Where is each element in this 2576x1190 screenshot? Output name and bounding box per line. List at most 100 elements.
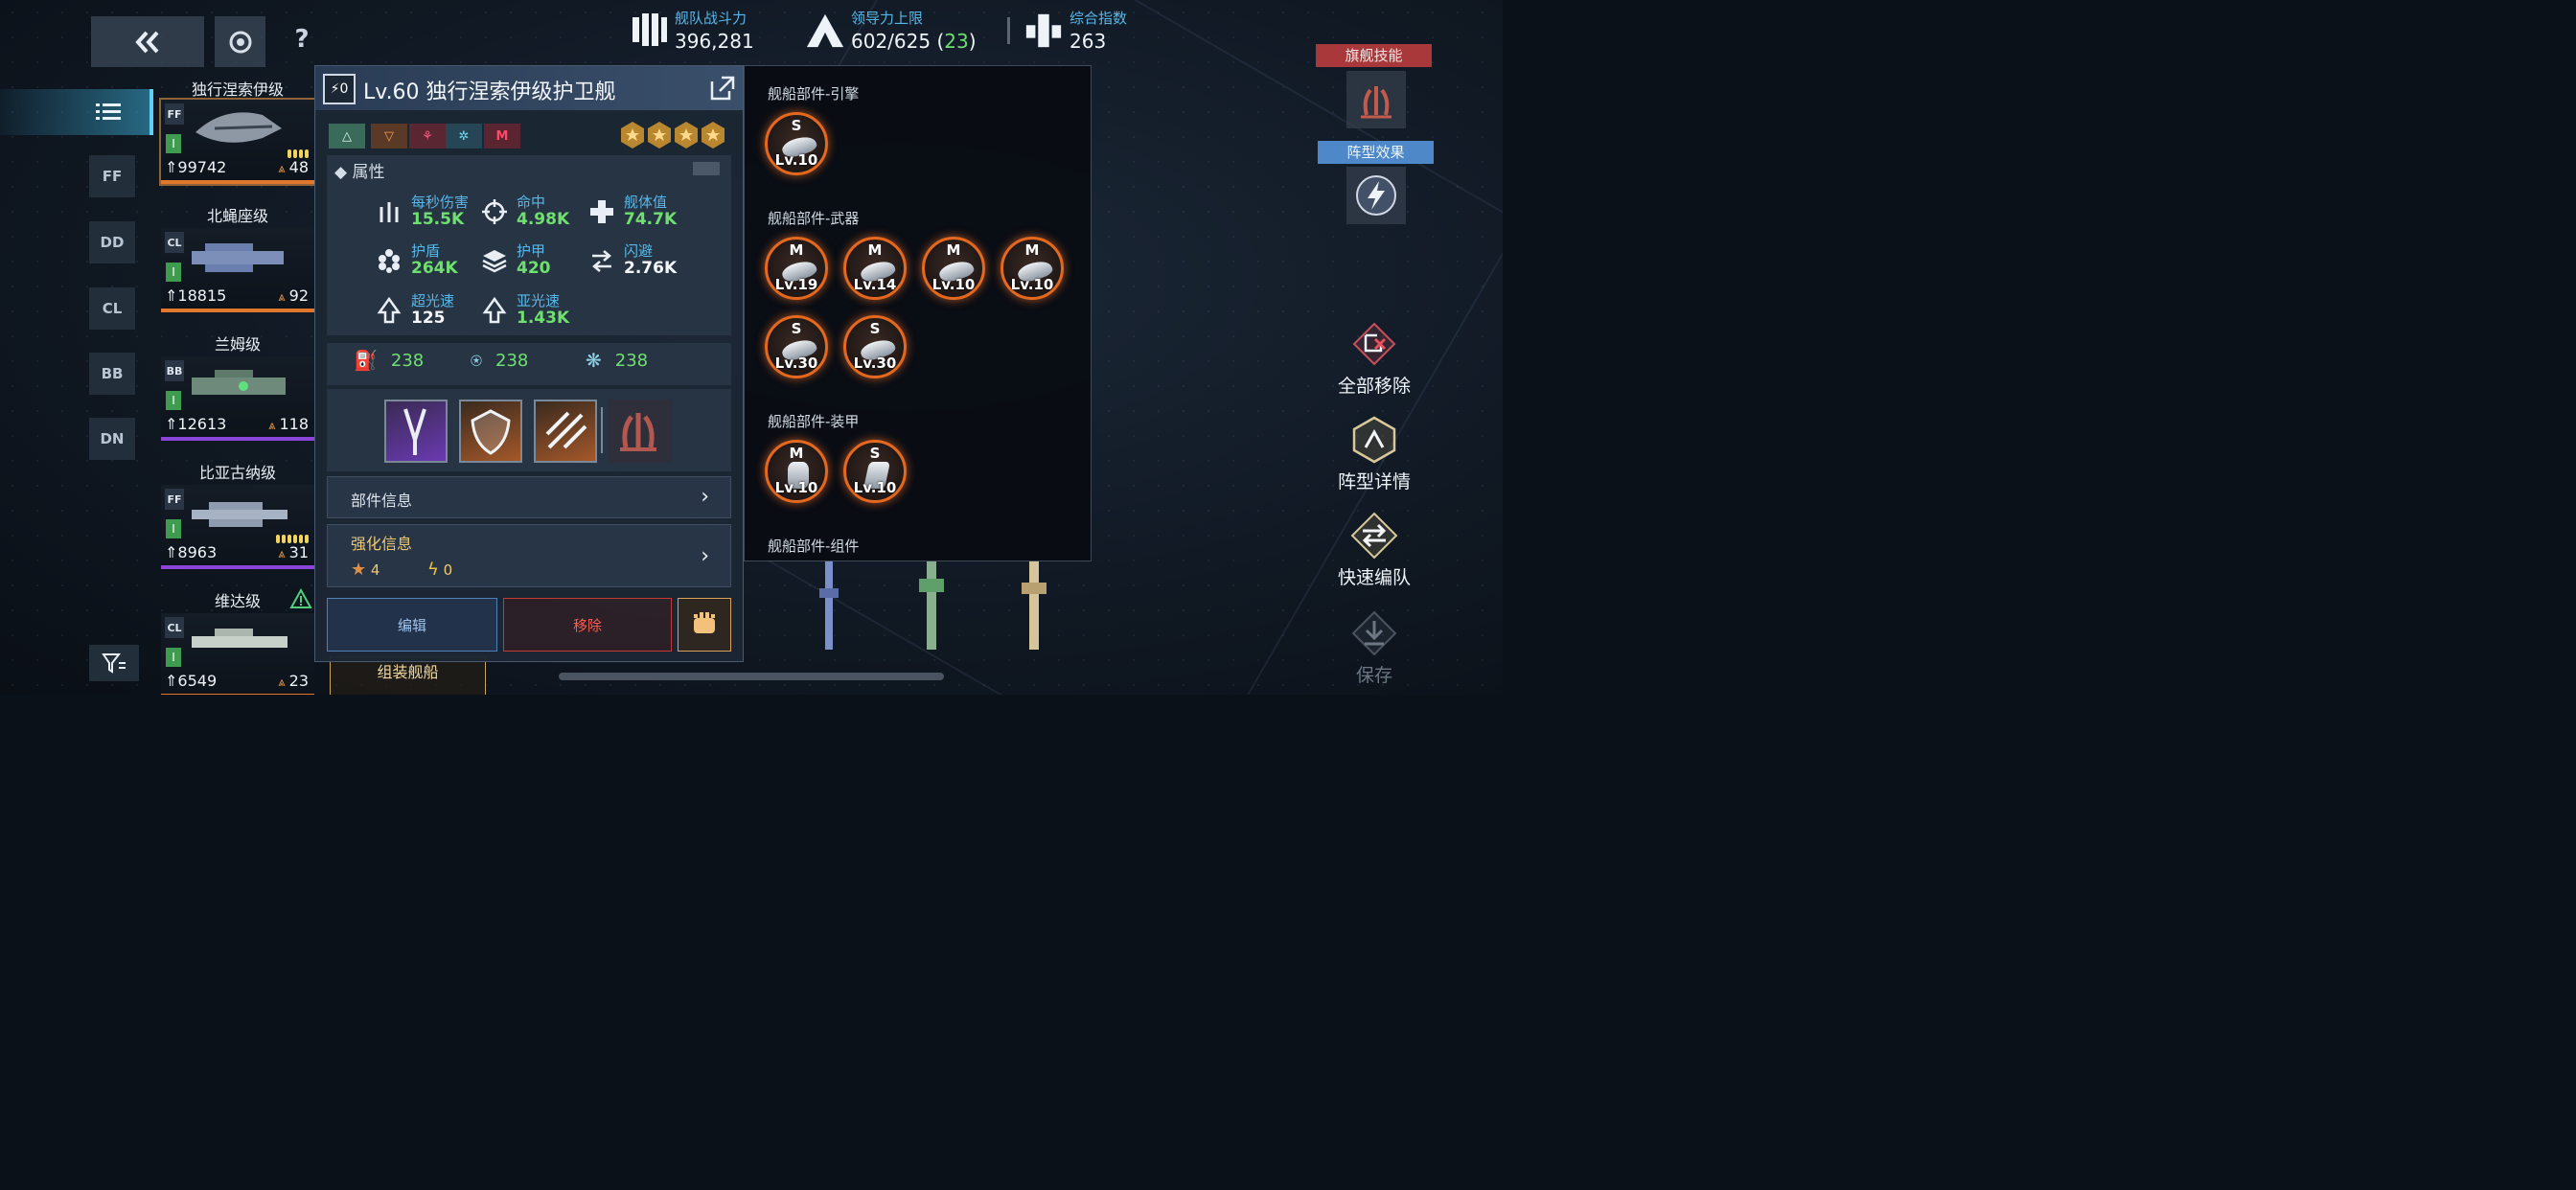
attr-name: 每秒伤害 [411, 194, 470, 211]
ship-card[interactable]: FF I ⇑8963 ⩓ 31 [161, 485, 314, 569]
energy-badge-value: 0 [339, 81, 349, 97]
weapon-part-slot[interactable]: M Lv.10 [922, 237, 985, 300]
tab-ff[interactable]: FF [89, 155, 135, 197]
trait-badge[interactable]: ✲ [446, 124, 482, 149]
ship-parts-panel: 舰船部件-引擎 S Lv.10 舰船部件-武器 M Lv.19 M Lv.14 M Lv… [744, 65, 1092, 561]
ship-card[interactable]: BB I ⇑12613 ⩓ 118 [161, 356, 314, 441]
edit-button[interactable]: 编辑 [327, 598, 497, 652]
back-button[interactable] [91, 16, 204, 67]
crosshair-icon [480, 197, 509, 226]
engine-part-slot[interactable]: S Lv.10 [765, 112, 828, 175]
ship-card[interactable]: FF I ⇑99742 ⩓ 48 [159, 98, 316, 186]
tab-cl[interactable]: CL [89, 287, 135, 330]
assemble-ship-button[interactable]: 组装舰船 [330, 656, 486, 695]
ship-card[interactable]: CL I ⇑18815 ⩓ 92 [161, 228, 314, 312]
flagship-skill-slot[interactable] [609, 400, 672, 463]
ship-command-value: 23 [288, 672, 309, 690]
weapon-part-slot[interactable]: M Lv.19 [765, 237, 828, 300]
remove-all-action[interactable]: 全部移除 [1322, 318, 1426, 398]
fleet-power-icon [629, 10, 669, 52]
resource-value: 238 [495, 350, 529, 371]
tab-dd[interactable]: DD [89, 221, 135, 263]
armor-part-slot[interactable]: S Lv.10 [843, 440, 907, 503]
ship-command-value: 48 [288, 158, 309, 176]
weapon-part-slot[interactable]: M Lv.10 [1000, 237, 1064, 300]
save-action[interactable]: 保存 [1322, 607, 1426, 687]
target-button[interactable] [215, 16, 265, 67]
formation-detail-action[interactable]: 阵型详情 [1322, 414, 1426, 493]
power-up-button[interactable] [678, 598, 731, 652]
ship-power-value: 6549 [177, 672, 218, 690]
flagship-skill-icon [620, 413, 656, 451]
flagship-skill-label: 旗舰技能 [1316, 44, 1432, 67]
attributes-toggle[interactable] [693, 162, 720, 175]
parts-info-row[interactable]: 部件信息 › [327, 476, 731, 518]
enhance-info-label: 强化信息 [351, 535, 413, 553]
ship-rank-pips [276, 535, 309, 543]
help-button[interactable]: ? [286, 25, 318, 59]
fleet-power-value: 396,281 [675, 30, 754, 53]
trait-badge[interactable]: ⚘ [409, 124, 446, 149]
ship-power-value: 18815 [177, 286, 227, 305]
formation-ship[interactable] [915, 560, 948, 652]
part-level: Lv.19 [774, 276, 818, 293]
attr-value: 2.76K [624, 259, 678, 278]
part-level: Lv.30 [853, 355, 897, 372]
skill-divider [601, 407, 603, 453]
filter-icon [102, 653, 126, 674]
resource-item: ⛽ 238 [354, 349, 424, 372]
external-link-icon[interactable] [708, 74, 737, 103]
weapon-part-slot[interactable]: S Lv.30 [765, 315, 828, 378]
trait-badge[interactable]: M [484, 124, 520, 149]
part-level: Lv.14 [853, 276, 897, 293]
attr-name: 闪避 [624, 242, 654, 260]
formation-ship[interactable] [815, 560, 843, 652]
ship-class-badge: BB [165, 360, 184, 381]
bolt-icon: ϟ [427, 560, 439, 580]
trait-badge[interactable]: ▽ [371, 124, 407, 149]
formation-effect-button[interactable] [1346, 167, 1406, 224]
part-level: Lv.10 [774, 479, 818, 496]
enhance-info-row[interactable]: 强化信息 ★ 4 ϟ 0 › [327, 524, 731, 587]
ship-power: ⇑12613 [165, 415, 227, 433]
chevron-right-icon: › [701, 544, 709, 568]
weapon-part-slot[interactable]: M Lv.14 [843, 237, 907, 300]
horizontal-scrollbar[interactable] [559, 673, 944, 680]
ship-card[interactable]: CL I ⇑6549 ⩓ 23 [161, 613, 314, 695]
fist-icon [694, 612, 715, 633]
ship-command-value: 31 [288, 543, 309, 561]
ship-power: ⇑18815 [165, 286, 227, 305]
armor-layers-icon [480, 246, 509, 275]
list-icon [96, 103, 121, 120]
ship-command: ⩓ 23 [278, 672, 309, 690]
tab-bb[interactable]: BB [89, 353, 135, 395]
flagship-skill-button[interactable] [1346, 71, 1406, 128]
part-grade: S [869, 445, 881, 462]
skill-slot[interactable] [384, 400, 448, 463]
tab-dn[interactable]: DN [89, 418, 135, 460]
resource-icon: ❋ [586, 349, 602, 372]
formation-ship[interactable] [1018, 560, 1050, 652]
attributes-title-text: 属性 [352, 163, 385, 182]
download-icon [1348, 607, 1400, 659]
enhance-bolts-value: 0 [443, 561, 453, 579]
ship-name: 北蝇座级 [206, 207, 268, 225]
filter-button[interactable] [89, 645, 139, 681]
leadership-stat: 领导力上限 602/625 (23) [805, 8, 977, 53]
ship-power: ⇑6549 [165, 672, 218, 690]
parts-section-title: 舰船部件-武器 [768, 210, 860, 227]
list-view-tab[interactable] [0, 89, 153, 135]
attr-name: 超光速 [411, 292, 455, 309]
leadership-icon [805, 10, 845, 52]
attr-sublight-speed: 亚光速 1.43K [480, 293, 569, 328]
attr-dps: 每秒伤害 15.5K [375, 195, 469, 229]
remove-button[interactable]: 移除 [503, 598, 672, 652]
skill-slot[interactable] [459, 400, 522, 463]
skill-slot[interactable] [534, 400, 597, 463]
quick-form-action[interactable]: 快速编队 [1322, 510, 1426, 589]
armor-part-slot[interactable]: M Lv.10 [765, 440, 828, 503]
part-level: Lv.10 [1010, 276, 1054, 293]
trait-badge[interactable]: △ [329, 124, 365, 149]
formation-detail-label: 阵型详情 [1337, 471, 1411, 492]
weapon-part-slot[interactable]: S Lv.30 [843, 315, 907, 378]
